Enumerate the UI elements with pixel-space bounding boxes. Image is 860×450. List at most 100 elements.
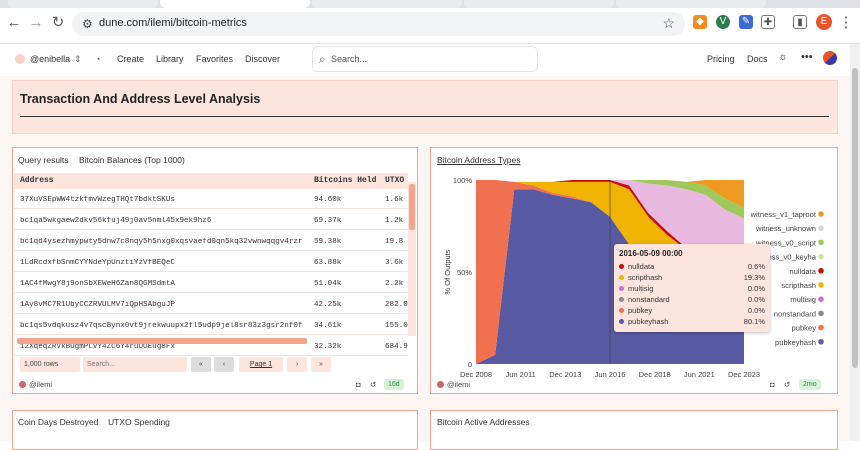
first-page-button[interactable]: «: [191, 357, 211, 372]
tooltip-row: nulldata 0.6%: [619, 262, 765, 273]
y-tick-label: 0: [468, 360, 472, 369]
nav-docs[interactable]: Docs: [747, 54, 768, 64]
legend-label[interactable]: nulldata: [789, 267, 816, 276]
page-scrollbar[interactable]: [850, 44, 860, 441]
chevron-updown-icon[interactable]: ⇕: [74, 54, 82, 65]
back-arrow-icon[interactable]: ←: [4, 13, 24, 33]
author-name[interactable]: @ilemi: [29, 380, 52, 389]
legend-label[interactable]: nonstandard: [774, 309, 816, 318]
extensions-icon[interactable]: ✚: [761, 15, 775, 29]
tooltip-series-name: nulldata: [628, 262, 655, 271]
tooltip-date: 2016-05-09 00:00: [619, 249, 683, 258]
table-vscroll[interactable]: [408, 182, 416, 336]
vpn-icon[interactable]: V: [716, 15, 730, 29]
search-box[interactable]: ⌕ Search...: [312, 46, 538, 72]
author-avatar[interactable]: [437, 381, 444, 388]
cell-utxo: 684.9: [385, 343, 408, 351]
table-row[interactable]: 1LdRcdxfbSnmCYYNdeYpUnztiYzVfBEQeC 63.88k…: [14, 254, 408, 272]
address-bar[interactable]: ⚙ dune.com/ilemi/bitcoin-metrics ☆: [72, 12, 685, 36]
camera-icon[interactable]: ◘: [770, 380, 775, 389]
reload-icon[interactable]: ↻: [48, 13, 68, 33]
refresh-icon[interactable]: ↺: [370, 380, 376, 389]
author-avatar[interactable]: [19, 381, 26, 388]
freshness-badge: 2mo: [799, 379, 821, 390]
active-addresses-title[interactable]: Bitcoin Active Addresses: [437, 417, 530, 427]
profile-avatar[interactable]: E: [816, 14, 832, 30]
translate-icon[interactable]: ✎: [739, 15, 753, 29]
chart-title[interactable]: Bitcoin Address Types: [437, 155, 520, 165]
last-page-button[interactable]: »: [311, 357, 331, 372]
theme-sun-icon[interactable]: ☼: [778, 51, 788, 63]
cell-bitcoins-held: 59.38k: [314, 238, 342, 246]
user-avatar[interactable]: [15, 54, 25, 64]
tooltip-series-value: 0.0%: [747, 284, 765, 293]
coin-days-destroyed-tab[interactable]: Coin Days Destroyed: [18, 417, 98, 427]
tooltip-series-value: 0.0%: [747, 306, 765, 315]
legend-swatch: [818, 253, 824, 260]
legend-swatch: [818, 310, 824, 317]
table-row[interactable]: bc1qa5wkgaew2dkv56kfuj49j0av5nml45x9ek9h…: [14, 212, 408, 230]
sidepanel-icon[interactable]: ▮: [793, 15, 807, 29]
legend-label[interactable]: witness_unknown: [755, 224, 816, 233]
nav-pricing[interactable]: Pricing: [707, 54, 735, 64]
browser-tab[interactable]: [464, 0, 614, 8]
browser-tab[interactable]: [616, 0, 766, 8]
col-address[interactable]: Address: [20, 176, 54, 185]
next-page-button[interactable]: ›: [287, 357, 307, 372]
table-header: Address Bitcoins Held UTXO: [14, 173, 408, 189]
user-handle[interactable]: @enibella: [30, 54, 70, 64]
author-name[interactable]: @ilemi: [447, 380, 470, 389]
cell-bitcoins-held: 34.61k: [314, 322, 342, 330]
tooltip-row: nonstandard 0.0%: [619, 295, 765, 306]
cell-bitcoins-held: 51.04k: [314, 280, 342, 288]
dashboard-icon[interactable]: ◔: [95, 54, 100, 64]
x-tick-label: Jun 2011: [506, 370, 536, 379]
search-placeholder: Search...: [331, 54, 368, 64]
table-row[interactable]: bc1qd4ysezhmypwty5dnw7c8nqy5h5nxg0xqsvae…: [14, 233, 408, 251]
prev-page-button[interactable]: ‹: [214, 357, 234, 372]
cell-address: bc1qs5vdqkusz4v7qsc8ynx0vt9jrekwuupx2fl5…: [20, 322, 303, 330]
table-hscroll[interactable]: [17, 338, 307, 344]
forward-arrow-icon[interactable]: →: [26, 13, 46, 33]
col-utxo[interactable]: UTXO: [385, 176, 404, 185]
refresh-icon[interactable]: ↺: [784, 380, 790, 389]
table-search-input[interactable]: Search...: [83, 357, 187, 372]
tooltip-series-name: scripthash: [628, 273, 663, 282]
metamask-icon[interactable]: ◆: [693, 15, 707, 29]
legend-label[interactable]: scripthash: [781, 281, 816, 290]
legend-label[interactable]: pubkey: [792, 324, 817, 333]
nav-favorites[interactable]: Favorites: [196, 54, 233, 64]
browser-tab[interactable]: [8, 0, 158, 8]
col-bitcoins-held[interactable]: Bitcoins Held: [314, 176, 376, 185]
table-row[interactable]: bc1qs5vdqkusz4v7qsc8ynx0vt9jrekwuupx2fl5…: [14, 317, 408, 335]
legend-swatch: [818, 324, 824, 331]
legend-swatch: [818, 268, 824, 274]
camera-icon[interactable]: ◘: [356, 380, 361, 389]
browser-tab-active[interactable]: [160, 0, 310, 8]
legend-label[interactable]: multisig: [790, 295, 816, 304]
legend-label[interactable]: witness_v1_taproot: [750, 210, 817, 219]
table-row[interactable]: 37XuVSEpWW4tzkfmvWzegTHQt7bdktSKUs 94.60k…: [14, 191, 408, 209]
table-title[interactable]: Bitcoin Balances (Top 1000): [79, 155, 185, 165]
tab-strip: [0, 0, 860, 8]
site-info-icon[interactable]: ⚙: [82, 17, 93, 31]
freshness-badge: 16d: [384, 379, 404, 390]
bookmark-star-icon[interactable]: ☆: [662, 15, 675, 32]
legend-label[interactable]: pubkeyhash: [775, 338, 816, 347]
table-row[interactable]: 1AC4fMwgY8j9onSbXEWeH6Zan8QGMSdmtA 51.04k…: [14, 275, 408, 293]
browser-menu-icon[interactable]: ⋮: [836, 13, 856, 33]
nav-discover[interactable]: Discover: [245, 54, 280, 64]
nav-library[interactable]: Library: [156, 54, 184, 64]
nav-create[interactable]: Create: [117, 54, 144, 64]
query-results-tab[interactable]: Query results: [18, 155, 69, 165]
table-row[interactable]: 1Ay8vMC7R1UbyCCZRVULMV7iQpHSAbguJP 42.25k…: [14, 296, 408, 314]
browser-tab[interactable]: [312, 0, 462, 8]
cell-address: bc1qd4ysezhmypwty5dnw7c8nqy5h5nxg0xqsvae…: [20, 238, 303, 246]
account-avatar[interactable]: [823, 51, 837, 65]
tooltip-series-value: 19.3%: [743, 273, 765, 282]
more-icon[interactable]: •••: [801, 51, 813, 63]
utxo-spending-title[interactable]: UTXO Spending: [108, 417, 170, 427]
page-indicator[interactable]: Page 1: [239, 357, 283, 372]
tooltip-series-name: multisig: [628, 284, 654, 293]
x-tick-label: Dec 2008: [460, 370, 492, 379]
